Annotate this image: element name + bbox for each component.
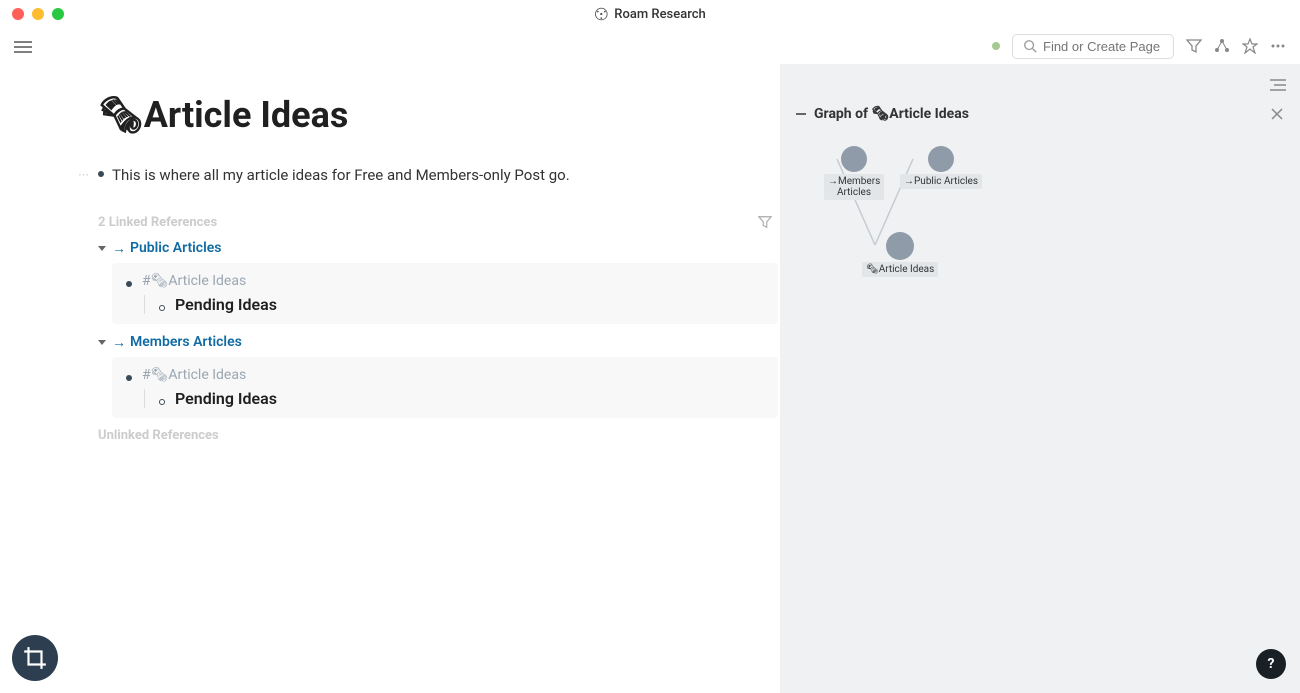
block-row[interactable]: ⋯ This is where all my article ideas for… bbox=[98, 164, 778, 187]
topbar bbox=[0, 28, 1300, 64]
window-titlebar: Roam Research bbox=[0, 0, 1300, 28]
node-circle-icon bbox=[928, 146, 954, 172]
ref-section: →Members Articles #🗞Article Ideas Pendin… bbox=[98, 334, 778, 418]
screenshot-tool-button[interactable] bbox=[12, 635, 58, 681]
node-circle-icon bbox=[886, 232, 914, 260]
close-sidebar-panel-button[interactable] bbox=[1270, 107, 1284, 121]
node-label: 🗞Article Ideas bbox=[862, 262, 938, 277]
hamburger-icon bbox=[14, 40, 32, 54]
node-circle-icon bbox=[841, 146, 867, 172]
sidebar-header: Graph of 🗞Article Ideas bbox=[796, 106, 1284, 122]
ref-page-link[interactable]: →Members Articles bbox=[98, 334, 778, 351]
graph-node[interactable]: →Members Articles bbox=[824, 146, 884, 200]
block-text[interactable]: This is where all my article ideas for F… bbox=[112, 164, 570, 187]
ref-page-link[interactable]: →Public Articles bbox=[98, 240, 778, 257]
help-button[interactable]: ? bbox=[1256, 649, 1286, 679]
minimize-window-button[interactable] bbox=[32, 8, 44, 20]
filter-button[interactable] bbox=[1186, 38, 1202, 54]
close-window-button[interactable] bbox=[12, 8, 24, 20]
right-sidebar: Graph of 🗞Article Ideas →Members Article… bbox=[780, 64, 1300, 693]
ref-tag[interactable]: #🗞Article Ideas bbox=[142, 367, 246, 383]
window-title-text: Roam Research bbox=[614, 7, 705, 22]
node-label: →Members Articles bbox=[824, 174, 884, 200]
linked-references: 2 Linked References →Public Articles #🗞A… bbox=[98, 215, 778, 443]
traffic-lights bbox=[12, 8, 64, 20]
node-label: →Public Articles bbox=[900, 174, 982, 189]
block-controls-icon[interactable]: ⋯ bbox=[78, 168, 89, 181]
graph-node[interactable]: 🗞Article Ideas bbox=[862, 232, 938, 277]
ref-block-line[interactable]: #🗞Article Ideas bbox=[126, 367, 764, 383]
ref-block: #🗞Article Ideas Pending Ideas bbox=[112, 357, 778, 418]
ref-block-line[interactable]: #🗞Article Ideas bbox=[126, 273, 764, 289]
search-input[interactable] bbox=[1043, 39, 1163, 54]
ref-child-text[interactable]: Pending Ideas bbox=[175, 295, 277, 314]
graph-button[interactable] bbox=[1214, 38, 1230, 54]
bullet-open-icon[interactable] bbox=[159, 305, 165, 311]
bullet-icon[interactable] bbox=[98, 171, 104, 177]
more-button[interactable] bbox=[1270, 38, 1286, 54]
sidebar-title[interactable]: Graph of 🗞Article Ideas bbox=[814, 106, 969, 122]
linked-refs-title[interactable]: 2 Linked References bbox=[98, 215, 217, 230]
ref-page-name: Public Articles bbox=[130, 240, 221, 256]
caret-down-icon[interactable] bbox=[98, 246, 106, 251]
ref-block-line[interactable]: Pending Ideas bbox=[159, 295, 764, 314]
caret-down-icon[interactable] bbox=[98, 340, 106, 345]
main-layout: 🗞Article Ideas ⋯ This is where all my ar… bbox=[0, 64, 1300, 693]
collapse-icon[interactable] bbox=[796, 113, 806, 115]
ref-block: #🗞Article Ideas Pending Ideas bbox=[112, 263, 778, 324]
bullet-open-icon[interactable] bbox=[159, 399, 165, 405]
window-title: Roam Research bbox=[594, 7, 705, 22]
search-icon bbox=[1023, 39, 1037, 53]
ref-page-name: Members Articles bbox=[130, 334, 242, 350]
ref-tag[interactable]: #🗞Article Ideas bbox=[142, 273, 246, 289]
unlinked-references-toggle[interactable]: Unlinked References bbox=[98, 428, 778, 443]
arrow-prefix: → bbox=[112, 334, 126, 351]
bullet-icon[interactable] bbox=[126, 281, 132, 287]
refs-filter-button[interactable] bbox=[758, 215, 772, 229]
page-title[interactable]: 🗞Article Ideas bbox=[98, 94, 778, 136]
ref-block-line[interactable]: Pending Ideas bbox=[159, 389, 764, 408]
ref-section: →Public Articles #🗞Article Ideas Pending… bbox=[98, 240, 778, 324]
graph-node[interactable]: →Public Articles bbox=[900, 146, 982, 189]
ref-child-text[interactable]: Pending Ideas bbox=[175, 389, 277, 408]
favorite-button[interactable] bbox=[1242, 38, 1258, 54]
sync-status-indicator bbox=[992, 42, 1000, 50]
graph-canvas[interactable]: →Members Articles →Public Articles 🗞Arti… bbox=[796, 136, 1284, 336]
bullet-icon[interactable] bbox=[126, 375, 132, 381]
hamburger-menu-button[interactable] bbox=[14, 39, 32, 53]
sidebar-collapse-button[interactable] bbox=[1270, 78, 1286, 92]
crop-icon bbox=[22, 645, 48, 671]
roam-logo-icon bbox=[594, 7, 608, 21]
content-area: 🗞Article Ideas ⋯ This is where all my ar… bbox=[0, 64, 780, 693]
search-box[interactable] bbox=[1012, 34, 1174, 59]
maximize-window-button[interactable] bbox=[52, 8, 64, 20]
arrow-prefix: → bbox=[112, 240, 126, 257]
